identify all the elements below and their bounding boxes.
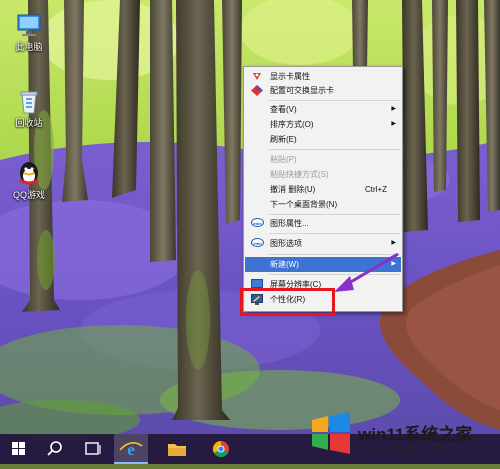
chrome-button[interactable] <box>204 434 238 464</box>
internet-explorer-icon: e <box>119 440 143 459</box>
start-button[interactable] <box>2 434 36 464</box>
windows-logo-icon <box>12 442 25 455</box>
chrome-icon <box>212 440 229 458</box>
search-icon <box>47 441 62 456</box>
search-button[interactable] <box>38 434 72 464</box>
win11-logo-icon <box>312 412 350 454</box>
ie-button[interactable]: e <box>114 434 148 464</box>
task-view-button[interactable] <box>76 434 110 464</box>
annotation-arrow-icon <box>334 252 399 292</box>
watermark: win11系统之家 www.relsound.com <box>304 406 500 464</box>
explorer-button[interactable] <box>160 434 194 464</box>
task-view-icon <box>85 442 101 455</box>
watermark-brand: win11系统之家 <box>358 425 473 444</box>
watermark-site: www.relsound.com <box>360 444 444 455</box>
folder-icon <box>168 444 186 456</box>
